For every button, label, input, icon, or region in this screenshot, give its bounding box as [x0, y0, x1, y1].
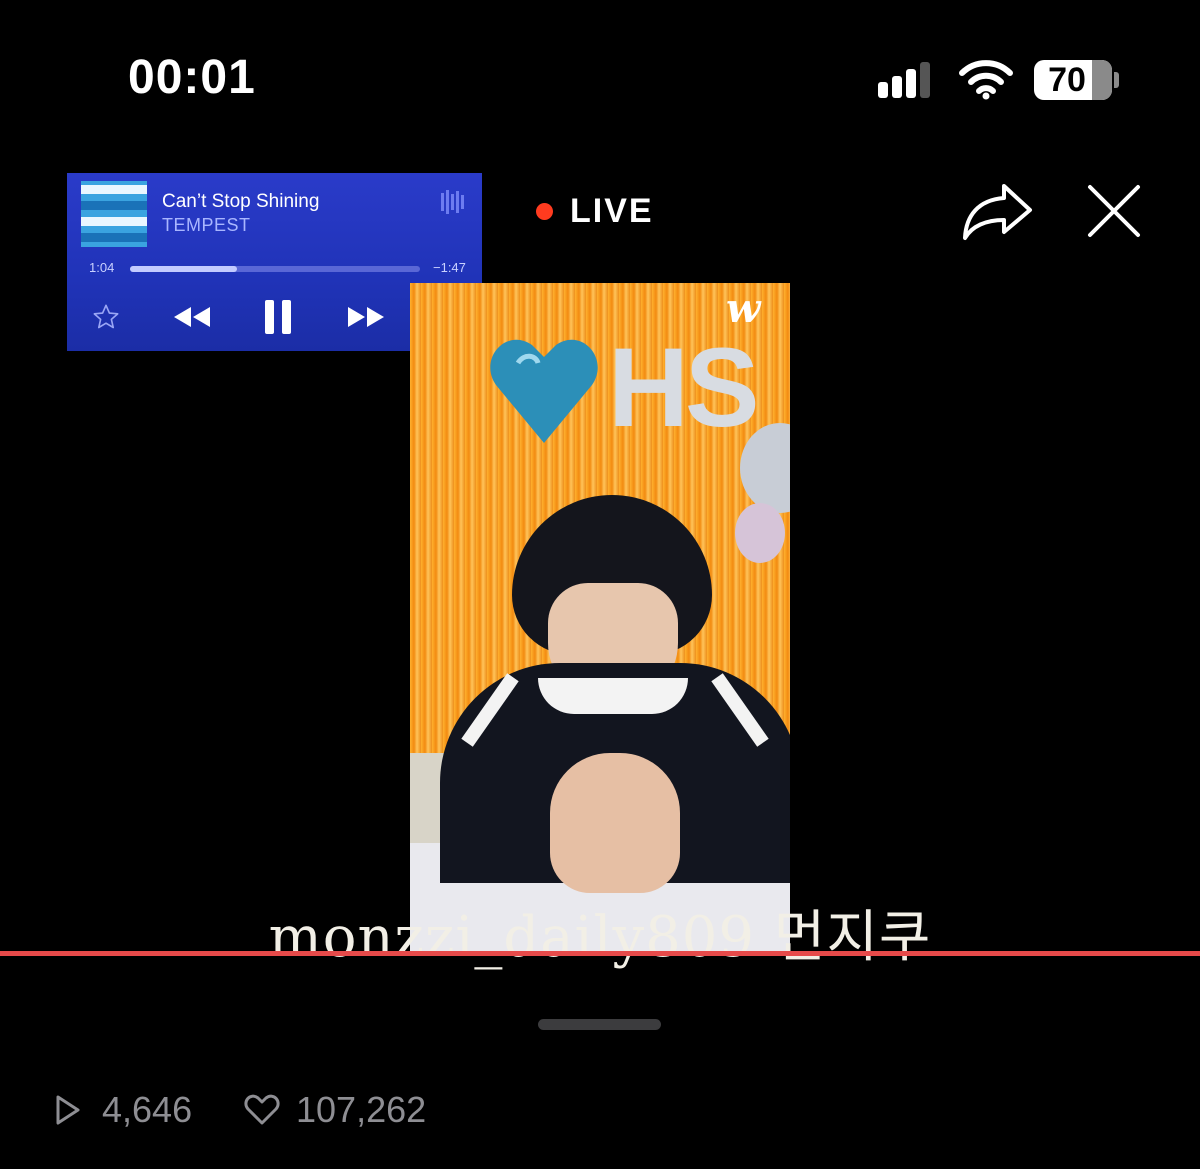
weverse-logo: w: [726, 285, 761, 332]
heart-icon[interactable]: [244, 1094, 280, 1126]
battery-icon: 70: [1034, 60, 1112, 100]
live-indicator-dot: [536, 203, 553, 220]
letter-balloons: HS: [608, 325, 760, 450]
playback-scrubber[interactable]: [130, 266, 420, 272]
star-icon[interactable]: [92, 303, 120, 331]
pause-icon[interactable]: [264, 299, 292, 335]
like-count: 107,262: [296, 1089, 427, 1130]
shirt-collar: [538, 678, 688, 714]
status-time: 00:01: [128, 51, 256, 104]
heart-balloon: [490, 339, 598, 443]
live-video[interactable]: HS w: [410, 283, 790, 953]
waveform-icon: [441, 190, 464, 214]
battery-tip: [1114, 72, 1119, 88]
live-label: LIVE: [570, 192, 654, 230]
wifi-icon: [959, 60, 1013, 100]
share-icon[interactable]: [960, 180, 1034, 242]
fast-forward-icon[interactable]: [345, 304, 387, 330]
album-art[interactable]: [81, 181, 147, 247]
cellular-signal-icon: [878, 62, 930, 98]
song-title: Can’t Stop Shining: [162, 191, 320, 212]
live-progress-line: [0, 951, 1200, 956]
remaining-time: −1:47: [433, 260, 466, 275]
close-icon[interactable]: [1086, 183, 1142, 239]
elapsed-time: 1:04: [89, 260, 115, 275]
sheet-handle[interactable]: [538, 1019, 661, 1030]
clasped-hands: [550, 753, 680, 893]
character-balloon-small: [735, 503, 785, 563]
battery-level: 70: [1048, 61, 1086, 99]
watermark: monzzi_daily809 먼지쿠: [268, 905, 932, 970]
song-artist: TEMPEST: [162, 215, 251, 235]
rewind-icon[interactable]: [171, 304, 213, 330]
playback-progress: [130, 266, 238, 272]
play-icon: [56, 1095, 80, 1125]
play-count: 4,646: [102, 1089, 193, 1130]
